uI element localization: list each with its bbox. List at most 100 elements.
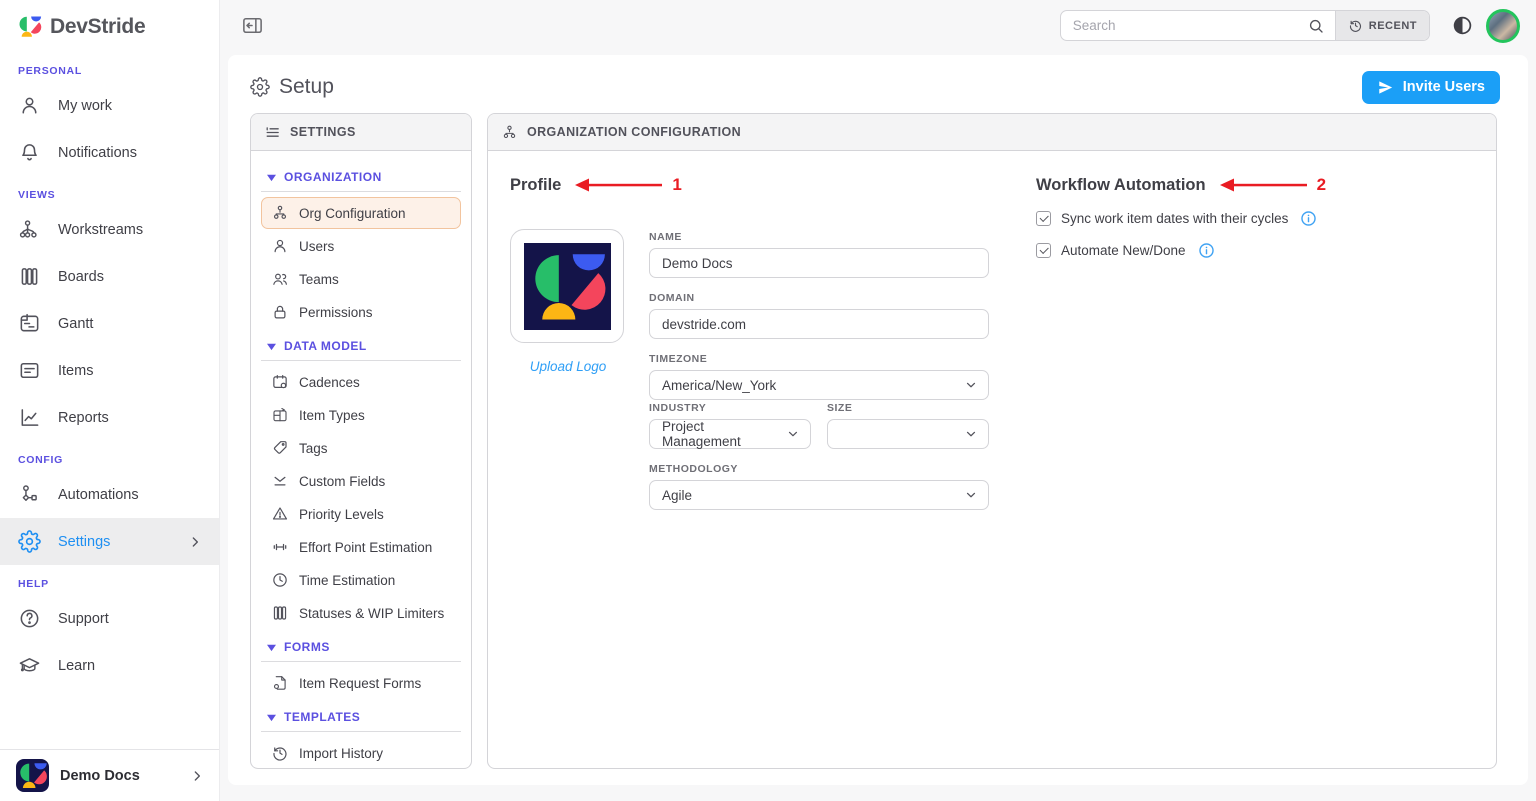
info-icon[interactable] bbox=[1198, 242, 1215, 259]
user-icon bbox=[18, 94, 41, 117]
settings-item-users[interactable]: Users bbox=[261, 230, 461, 262]
automate-new-done-option: Automate New/Done bbox=[1036, 242, 1476, 259]
section-label-views: VIEWS bbox=[0, 176, 219, 206]
industry-select[interactable]: Project Management bbox=[649, 419, 811, 449]
name-field[interactable] bbox=[649, 248, 989, 278]
domain-field[interactable] bbox=[649, 309, 989, 339]
methodology-select[interactable]: Agile bbox=[649, 480, 989, 510]
items-icon bbox=[18, 359, 41, 382]
sync-dates-checkbox[interactable] bbox=[1036, 211, 1051, 226]
search-box bbox=[1061, 11, 1335, 40]
annotation-arrow-2 bbox=[1220, 177, 1308, 193]
sidebar-item-label: Settings bbox=[58, 534, 110, 550]
sidebar-item-label: Boards bbox=[58, 269, 104, 285]
org-logo-icon bbox=[16, 759, 49, 792]
sidebar-item-label: Gantt bbox=[58, 316, 93, 332]
caret-down-icon bbox=[267, 342, 276, 351]
org-logo-preview bbox=[510, 229, 624, 343]
timezone-select[interactable]: America/New_York bbox=[649, 370, 989, 400]
bell-icon bbox=[18, 141, 41, 164]
sidebar-item-boards[interactable]: Boards bbox=[0, 253, 219, 300]
sidebar-item-support[interactable]: Support bbox=[0, 595, 219, 642]
brand-name: DevStride bbox=[50, 15, 145, 39]
automate-new-done-label: Automate New/Done bbox=[1061, 243, 1186, 258]
sidebar-item-my-work[interactable]: My work bbox=[0, 82, 219, 129]
search-group: RECENT bbox=[1060, 10, 1430, 41]
theme-toggle[interactable] bbox=[1452, 15, 1473, 36]
lock-icon bbox=[271, 303, 289, 321]
reports-icon bbox=[18, 406, 41, 429]
settings-item-permissions[interactable]: Permissions bbox=[261, 296, 461, 328]
history-icon bbox=[1348, 18, 1363, 33]
annotation-number-2: 2 bbox=[1317, 175, 1326, 195]
settings-nav-list: ORGANIZATION Org Configuration Users Tea… bbox=[251, 151, 471, 769]
recent-label: RECENT bbox=[1369, 20, 1417, 32]
automate-new-done-checkbox[interactable] bbox=[1036, 243, 1051, 258]
settings-item-effort-point-estimation[interactable]: Effort Point Estimation bbox=[261, 531, 461, 563]
recent-button[interactable]: RECENT bbox=[1335, 11, 1429, 40]
workflow-automation-section: Workflow Automation 2 Sync work item dat… bbox=[1036, 175, 1476, 259]
workstreams-icon bbox=[18, 218, 41, 241]
topbar: RECENT bbox=[220, 0, 1536, 51]
industry-label: INDUSTRY bbox=[649, 402, 811, 414]
collapse-sidebar-button[interactable] bbox=[241, 14, 264, 37]
group-organization[interactable]: ORGANIZATION bbox=[259, 160, 463, 191]
settings-item-import-history[interactable]: Import History bbox=[261, 737, 461, 769]
search-icon bbox=[1307, 17, 1325, 35]
info-icon[interactable] bbox=[1300, 210, 1317, 227]
user-avatar[interactable] bbox=[1486, 9, 1520, 43]
settings-nav-panel: SETTINGS ORGANIZATION Org Configuration … bbox=[250, 113, 472, 769]
caret-down-icon bbox=[267, 713, 276, 722]
user-icon bbox=[271, 237, 289, 255]
group-forms[interactable]: FORMS bbox=[259, 630, 463, 661]
sidebar-item-workstreams[interactable]: Workstreams bbox=[0, 206, 219, 253]
dumbbell-icon bbox=[271, 538, 289, 556]
sidebar-item-gantt[interactable]: Gantt bbox=[0, 300, 219, 347]
profile-heading: Profile bbox=[510, 176, 561, 195]
sidebar-item-label: Notifications bbox=[58, 145, 137, 161]
sidebar-item-label: Learn bbox=[58, 658, 95, 674]
section-label-help: HELP bbox=[0, 565, 219, 595]
size-select[interactable] bbox=[827, 419, 989, 449]
settings-item-item-request-forms[interactable]: Item Request Forms bbox=[261, 667, 461, 699]
caret-down-icon bbox=[267, 643, 276, 652]
devstride-logo-icon bbox=[16, 13, 43, 40]
domain-label: DOMAIN bbox=[649, 292, 989, 304]
upload-logo-link[interactable]: Upload Logo bbox=[510, 359, 626, 374]
sidebar-item-label: Automations bbox=[58, 487, 139, 503]
settings-item-priority-levels[interactable]: Priority Levels bbox=[261, 498, 461, 530]
sidebar-item-automations[interactable]: Automations bbox=[0, 471, 219, 518]
search-input[interactable] bbox=[1073, 18, 1307, 33]
settings-item-org-configuration[interactable]: Org Configuration bbox=[261, 197, 461, 229]
group-templates[interactable]: TEMPLATES bbox=[259, 700, 463, 731]
invite-users-button[interactable]: Invite Users bbox=[1362, 71, 1500, 104]
settings-item-custom-fields[interactable]: Custom Fields bbox=[261, 465, 461, 497]
sidebar-item-learn[interactable]: Learn bbox=[0, 642, 219, 689]
graduation-cap-icon bbox=[18, 654, 41, 677]
org-chart-icon bbox=[501, 124, 518, 141]
settings-item-cadences[interactable]: Cadences bbox=[261, 366, 461, 398]
list-icon bbox=[264, 124, 281, 141]
settings-item-statuses-wip-limiters[interactable]: Statuses & WIP Limiters bbox=[261, 597, 461, 629]
org-chart-icon bbox=[271, 204, 289, 222]
sidebar-item-settings[interactable]: Settings bbox=[0, 518, 219, 565]
main-content: Setup Invite Users SETTINGS ORGANIZATION… bbox=[228, 55, 1528, 785]
org-logo-image bbox=[524, 243, 611, 330]
page-title: Setup bbox=[250, 75, 334, 99]
org-switcher[interactable]: Demo Docs bbox=[0, 749, 219, 801]
caret-down-icon bbox=[267, 173, 276, 182]
sidebar-item-label: Workstreams bbox=[58, 222, 143, 238]
settings-item-time-estimation[interactable]: Time Estimation bbox=[261, 564, 461, 596]
settings-item-item-types[interactable]: Item Types bbox=[261, 399, 461, 431]
chevron-down-icon bbox=[786, 427, 800, 441]
settings-item-teams[interactable]: Teams bbox=[261, 263, 461, 295]
sidebar-item-reports[interactable]: Reports bbox=[0, 394, 219, 441]
question-circle-icon bbox=[18, 607, 41, 630]
org-name: Demo Docs bbox=[60, 768, 140, 784]
sidebar-item-items[interactable]: Items bbox=[0, 347, 219, 394]
sidebar-item-notifications[interactable]: Notifications bbox=[0, 129, 219, 176]
history-icon bbox=[271, 744, 289, 762]
brand-logo[interactable]: DevStride bbox=[0, 0, 219, 52]
group-data-model[interactable]: DATA MODEL bbox=[259, 329, 463, 360]
settings-item-tags[interactable]: Tags bbox=[261, 432, 461, 464]
